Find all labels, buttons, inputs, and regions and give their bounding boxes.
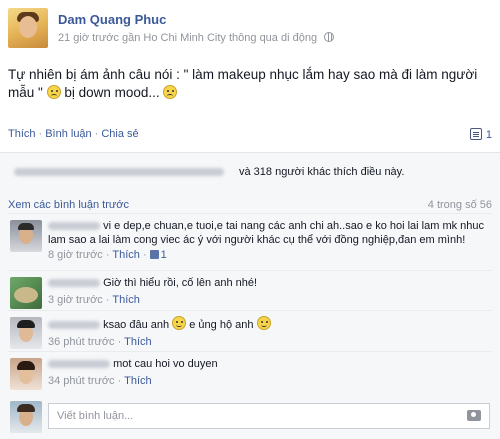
comment-like-link[interactable]: Thích (124, 375, 152, 387)
comment-text-cont: lam sao a lai làm cong viec ác ý với ngư… (48, 234, 466, 246)
blurred-commenter-name[interactable] (48, 222, 100, 231)
likes-text[interactable]: và 318 người khác thích điều này. (239, 166, 404, 178)
comment-like-link[interactable]: Thích (124, 336, 152, 348)
comment-item: ksao đâu anh e ủng hộ anh 36 phút trước … (8, 310, 492, 352)
commenter-avatar[interactable] (10, 317, 42, 349)
view-previous-comments-link[interactable]: Xem các bình luận trước (8, 199, 129, 211)
comment-text: ksao đâu anh (103, 319, 170, 331)
comment-like-link[interactable]: Thích (112, 249, 140, 261)
comment-text: vi e dep,e chuan,e tuoi,e tai nang các a… (103, 220, 485, 232)
blurred-commenter-name[interactable] (48, 360, 110, 369)
comment-count-label: 4 trong số 56 (427, 199, 492, 211)
post-text: Tự nhiên bị ám ảnh câu nói : " làm makeu… (8, 66, 492, 102)
author-avatar[interactable] (8, 8, 48, 48)
smile-emoticon-icon (172, 316, 187, 330)
post-text-part2: bị down mood... (64, 85, 160, 100)
author-name[interactable]: Dam Quang Phuc (58, 12, 166, 27)
globe-icon[interactable] (324, 32, 335, 42)
comment-item: mot cau hoi vo duyen 34 phút trước · Thí… (8, 351, 492, 395)
comment-input-row: Viết bình luận... (8, 399, 492, 435)
current-user-avatar (10, 401, 42, 433)
comment-time[interactable]: 34 phút trước (48, 375, 115, 387)
comment-meta: 34 phút trước · Thích (48, 375, 152, 387)
comment-bubble-icon (469, 128, 482, 140)
post-meta: 21 giờ trước gần Ho Chi Minh City thông … (58, 32, 335, 44)
like-link[interactable]: Thích (8, 128, 36, 140)
comment-count-value: 1 (485, 129, 492, 141)
comment-meta: 8 giờ trước · Thích · 1 (48, 249, 167, 261)
comment-meta: 3 giờ trước · Thích (48, 294, 140, 306)
comment-time[interactable]: 36 phút trước (48, 336, 115, 348)
share-link[interactable]: Chia sẻ (101, 128, 138, 140)
comment-body: ksao đâu anh e ủng hộ anh 36 phút trước … (48, 316, 488, 349)
comment-body: Giờ thì hiểu rồi, cố lên anh nhé! 3 giờ … (48, 276, 488, 307)
comments-section: và 318 người khác thích điều này. Xem cá… (0, 152, 500, 439)
comment-count[interactable]: 1 (469, 128, 492, 141)
comment-body: vi e dep,e chuan,e tuoi,e tai nang các a… (48, 219, 488, 262)
comment-text-cont: e ủng hộ anh (189, 319, 254, 331)
thumbs-up-icon (149, 250, 159, 259)
comment-like-link[interactable]: Thích (112, 294, 140, 306)
comment-item: Giờ thì hiểu rồi, cố lên anh nhé! 3 giờ … (8, 270, 492, 312)
blurred-commenter-name[interactable] (48, 321, 100, 330)
comment-link[interactable]: Bình luận (45, 128, 91, 140)
comment-item: vi e dep,e chuan,e tuoi,e tai nang các a… (8, 213, 492, 269)
post-header: Dam Quang Phuc 21 giờ trước gần Ho Chi M… (8, 8, 492, 52)
comment-time[interactable]: 3 giờ trước (48, 294, 103, 306)
post-action-bar: Thích · Bình luận · Chia sẻ 1 (8, 128, 492, 144)
comment-text: mot cau hoi vo duyen (113, 358, 218, 370)
comment-body: mot cau hoi vo duyen 34 phút trước · Thí… (48, 357, 488, 388)
smile-emoticon-icon (256, 316, 271, 330)
likes-row: và 318 người khác thích điều này. (8, 161, 492, 183)
blurred-names (14, 168, 224, 176)
commenter-avatar[interactable] (10, 277, 42, 309)
commenter-avatar[interactable] (10, 358, 42, 390)
frown-emoticon-icon (46, 85, 61, 99)
separator: · (38, 128, 43, 140)
comment-input-placeholder: Viết bình luận... (57, 410, 134, 422)
post-via: thông qua di động (228, 32, 318, 44)
comment-time[interactable]: 8 giờ trước (48, 249, 103, 261)
comment-text: Giờ thì hiểu rồi, cố lên anh nhé! (103, 277, 258, 289)
separator: · (94, 128, 99, 140)
post-time[interactable]: 21 giờ trước (58, 32, 119, 44)
post-location[interactable]: gần Ho Chi Minh City (122, 32, 226, 44)
view-previous-row: Xem các bình luận trước 4 trong số 56 (8, 199, 492, 211)
camera-icon[interactable] (467, 410, 481, 421)
comment-input[interactable]: Viết bình luận... (48, 403, 490, 429)
comment-meta: 36 phút trước · Thích (48, 336, 152, 348)
comment-like-count[interactable]: 1 (161, 249, 167, 261)
commenter-avatar[interactable] (10, 220, 42, 252)
blurred-commenter-name[interactable] (48, 279, 100, 288)
frown-emoticon-icon (163, 85, 178, 99)
